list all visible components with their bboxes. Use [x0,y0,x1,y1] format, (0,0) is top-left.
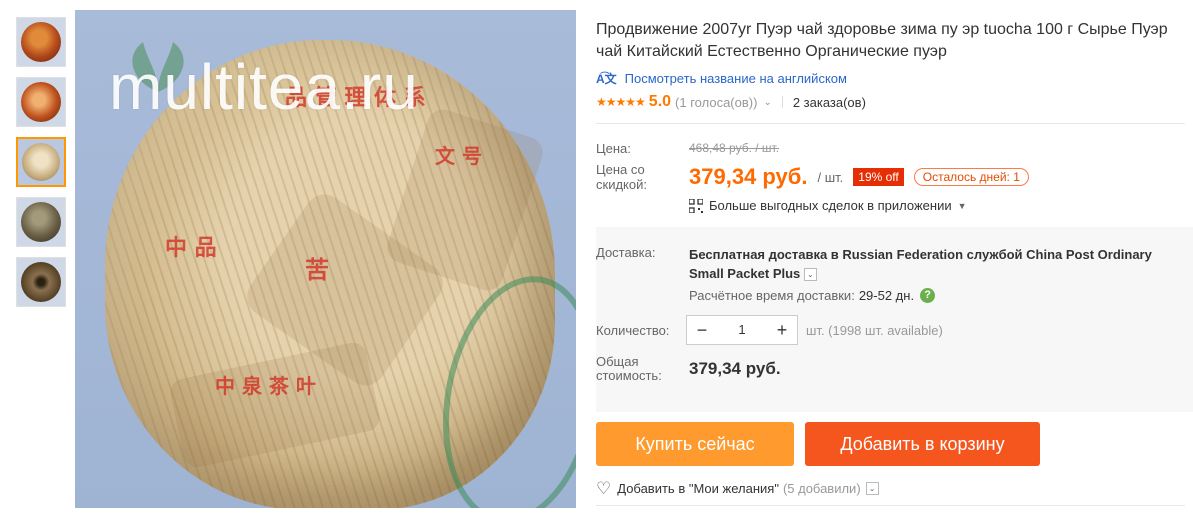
chevron-down-icon[interactable]: ⌄ [763,97,771,108]
discount-price-label: Цена со скидкой: [596,162,647,192]
heart-plus-icon: ♡ [596,478,612,498]
divider [596,505,1185,506]
quantity-available: шт. (1998 шт. available) [806,322,943,338]
delivery-eta: Расчётное время доставки: 29-52 дн. ? [689,288,1193,303]
translate-link-label: Посмотреть название на английском [624,71,847,86]
main-product-image[interactable]: 品 管 理 体 系 文 号 中 品 中 泉 茶 叶 苦 multitea.ru [75,10,576,508]
wishlist-row[interactable]: ♡ Добавить в "Мои желания" (5 добавили) … [596,478,1193,498]
thumbnail-4[interactable] [16,197,66,247]
votes-count[interactable]: (1 голоса(ов)) [675,95,757,110]
product-info-panel: Продвижение 2007yr Пуэр чай здоровье зим… [596,0,1193,506]
product-title: Продвижение 2007yr Пуэр чай здоровье зим… [596,21,1168,60]
wishlist-label: Добавить в "Мои желания" [617,481,779,496]
wishlist-count: (5 добавили) [782,481,861,496]
help-icon[interactable]: ? [920,288,936,303]
buy-now-button[interactable]: Купить сейчас [596,422,794,466]
price-unit: / шт. [817,169,844,185]
thumbnail-5[interactable] [16,257,66,307]
wishlist-dropdown-icon[interactable]: ⌄ [865,482,879,495]
quantity-stepper: − 1 + [686,315,798,345]
divider [596,123,1185,124]
discount-price: 379,34 руб. [689,164,808,189]
old-price: 468,48 руб. / шт. [689,141,780,155]
total-value: 379,34 руб. [689,359,781,378]
quantity-label: Количество: [596,322,670,338]
thumbnail-2[interactable] [16,77,66,127]
orders-count: 2 заказа(ов) [792,94,866,110]
app-deals-label: Больше выгодных сделок в приложении [709,198,952,213]
discount-badge: 19% off [853,168,904,186]
days-left-badge: Осталось дней: 1 [913,168,1029,186]
quantity-row: Количество: − 1 + шт. (1998 шт. availabl… [596,315,1193,345]
increase-button[interactable]: + [767,316,797,344]
add-to-cart-button[interactable]: Добавить в корзину [805,422,1040,466]
price-block: Цена: 468,48 руб. / шт. Цена со скидкой:… [596,138,1193,213]
thumbnail-list [16,17,66,317]
qr-code-icon [689,198,703,213]
watermark-text: multitea.ru [109,51,419,123]
shipping-dropdown-icon[interactable]: ⌄ [803,268,817,282]
shipping-label: Доставка: [596,245,656,260]
thumbnail-3[interactable] [16,137,66,187]
quantity-input[interactable]: 1 [717,316,767,344]
shipping-method[interactable]: Бесплатная доставка в Russian Federation… [689,245,1185,283]
rating-row: ★★★★★ 5.0 (1 голоса(ов)) ⌄ 2 заказа(ов) [596,93,1193,111]
rating-stars-icon: ★★★★★ [596,95,646,109]
rating-value: 5.0 [648,93,672,110]
total-row: Общая стоимость: 379,34 руб. [596,355,1193,383]
divider [781,96,783,108]
thumbnail-1[interactable] [16,17,66,67]
price-label: Цена: [596,140,631,156]
eta-label: Расчётное время доставки: [689,288,855,303]
translate-link[interactable]: A͡文 Посмотреть название на английском [596,70,1193,87]
app-deals-link[interactable]: Больше выгодных сделок в приложении ▼ [689,198,1193,213]
caret-down-icon: ▼ [957,200,967,211]
shipping-block: Доставка: Бесплатная доставка в Russian … [596,227,1193,412]
decrease-button[interactable]: − [687,316,717,344]
shipping-text: Бесплатная доставка в Russian Federation… [689,247,1152,281]
eta-value: 29-52 дн. [858,288,915,303]
total-label: Общая стоимость: [596,354,662,383]
action-buttons: Купить сейчас Добавить в корзину [596,422,1193,466]
translate-icon: A͡文 [596,72,617,86]
